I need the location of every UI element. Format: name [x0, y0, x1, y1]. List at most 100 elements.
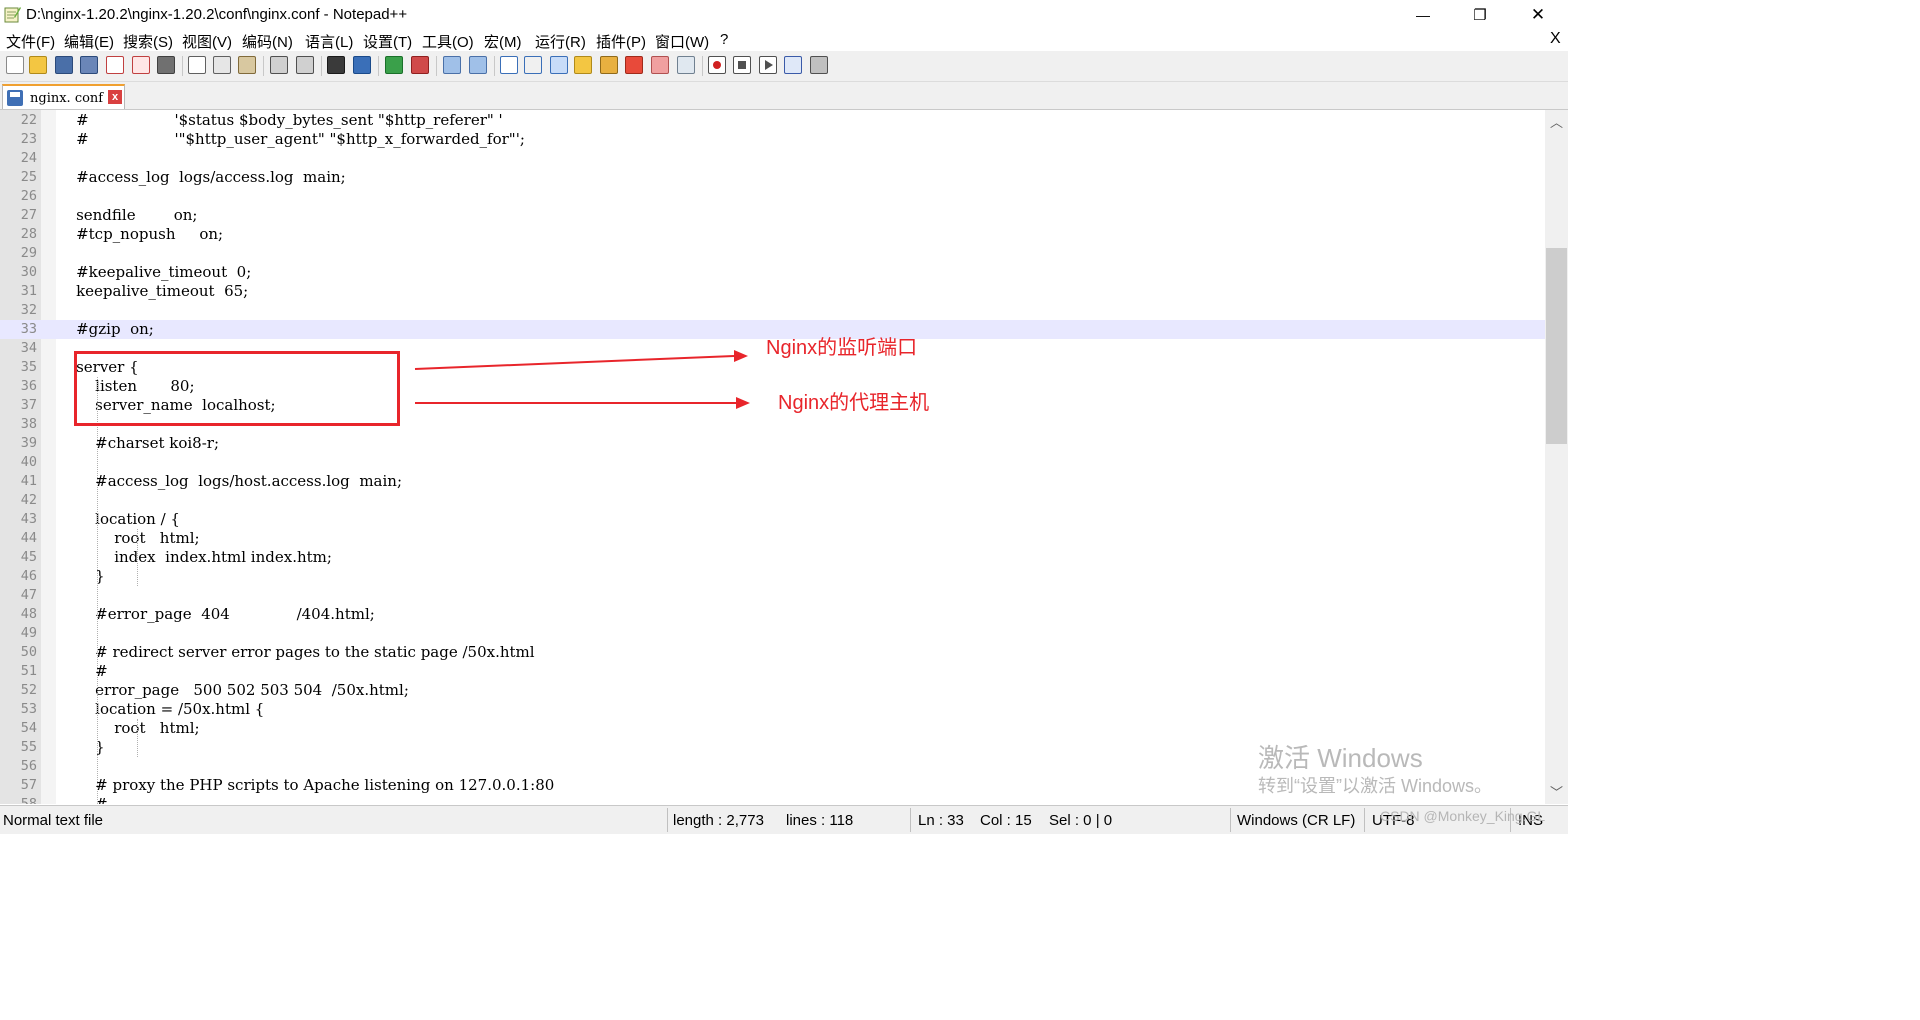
- code-line[interactable]: 32: [0, 301, 1545, 320]
- code-line[interactable]: 49: [0, 624, 1545, 643]
- status-eol: Windows (CR LF): [1237, 812, 1356, 829]
- code-line[interactable]: 30 #keepalive_timeout 0;: [0, 263, 1545, 282]
- close-icon[interactable]: [106, 56, 124, 74]
- server-block-highlight: [74, 351, 400, 426]
- annotation-proxy-host: Nginx的代理主机: [778, 392, 930, 414]
- menu-edit[interactable]: 编辑(E): [64, 31, 114, 52]
- show-all-chars-icon[interactable]: [524, 56, 542, 74]
- folder-workspace-icon[interactable]: [625, 56, 643, 74]
- code-text: #charset koi8-r;: [57, 434, 220, 452]
- editor[interactable]: 22 # '$status $body_bytes_sent "$http_re…: [0, 110, 1545, 804]
- monitoring-icon[interactable]: [651, 56, 669, 74]
- new-file-icon[interactable]: [6, 56, 24, 74]
- code-line[interactable]: 42: [0, 491, 1545, 510]
- play-macro-icon[interactable]: [759, 56, 777, 74]
- code-line[interactable]: 40: [0, 453, 1545, 472]
- function-list-icon[interactable]: [600, 56, 618, 74]
- code-line[interactable]: 25 #access_log logs/access.log main;: [0, 168, 1545, 187]
- code-line[interactable]: 22 # '$status $body_bytes_sent "$http_re…: [0, 111, 1545, 130]
- menu-run[interactable]: 运行(R): [535, 31, 586, 52]
- menu-encoding[interactable]: 编码(N): [242, 31, 293, 52]
- code-line[interactable]: 51 #: [0, 662, 1545, 681]
- line-number: 52: [20, 682, 37, 698]
- scroll-up-icon[interactable]: ︿: [1545, 112, 1568, 132]
- code-text: index index.html index.htm;: [57, 548, 332, 566]
- close-window-button[interactable]: ✕: [1515, 0, 1561, 30]
- toolbar-separator: [378, 56, 379, 76]
- code-line[interactable]: 26: [0, 187, 1545, 206]
- code-line[interactable]: 46 }: [0, 567, 1545, 586]
- save-all-icon[interactable]: [80, 56, 98, 74]
- code-line[interactable]: 43 location / {: [0, 510, 1545, 529]
- vertical-scrollbar[interactable]: ︿ ﹀: [1545, 110, 1568, 804]
- tab-nginx-conf[interactable]: nginx. conf x: [2, 84, 125, 109]
- menu-tools[interactable]: 工具(O): [422, 31, 474, 52]
- open-file-icon[interactable]: [29, 56, 47, 74]
- code-line[interactable]: 50 # redirect server error pages to the …: [0, 643, 1545, 662]
- scrollbar-thumb[interactable]: [1546, 248, 1567, 444]
- code-line[interactable]: 31 keepalive_timeout 65;: [0, 282, 1545, 301]
- print-icon[interactable]: [157, 56, 175, 74]
- csdn-watermark: CSDN @Monkey_King.GL: [1380, 808, 1546, 824]
- menu-language[interactable]: 语言(L): [305, 31, 353, 52]
- code-line[interactable]: 45 index index.html index.htm;: [0, 548, 1545, 567]
- code-line[interactable]: 23 # '"$http_user_agent" "$http_x_forwar…: [0, 130, 1545, 149]
- minimize-button[interactable]: —: [1400, 0, 1446, 30]
- paste-icon[interactable]: [238, 56, 256, 74]
- undo-icon[interactable]: [270, 56, 288, 74]
- saved-file-icon: [7, 90, 23, 106]
- line-number: 51: [20, 663, 37, 679]
- code-line[interactable]: 48 #error_page 404 /404.html;: [0, 605, 1545, 624]
- cut-icon[interactable]: [188, 56, 206, 74]
- eye-icon[interactable]: [677, 56, 695, 74]
- line-number: 27: [20, 207, 37, 223]
- menu-search[interactable]: 搜索(S): [123, 31, 173, 52]
- code-line[interactable]: 52 error_page 500 502 503 504 /50x.html;: [0, 681, 1545, 700]
- sync-vertical-icon[interactable]: [443, 56, 461, 74]
- run-macro-multiple-icon[interactable]: [784, 56, 802, 74]
- menu-view[interactable]: 视图(V): [182, 31, 232, 52]
- copy-icon[interactable]: [213, 56, 231, 74]
- find-icon[interactable]: [327, 56, 345, 74]
- line-number: 56: [20, 758, 37, 774]
- code-line[interactable]: 53 location = /50x.html {: [0, 700, 1545, 719]
- code-line[interactable]: 54 root html;: [0, 719, 1545, 738]
- scroll-down-icon[interactable]: ﹀: [1545, 782, 1568, 802]
- replace-icon[interactable]: [353, 56, 371, 74]
- save-icon[interactable]: [55, 56, 73, 74]
- menu-window[interactable]: 窗口(W): [655, 31, 709, 52]
- line-number: 23: [20, 131, 37, 147]
- line-number: 24: [20, 150, 37, 166]
- code-line[interactable]: 44 root html;: [0, 529, 1545, 548]
- code-line[interactable]: 27 sendfile on;: [0, 206, 1545, 225]
- sync-horizontal-icon[interactable]: [469, 56, 487, 74]
- zoom-in-icon[interactable]: [385, 56, 403, 74]
- line-number: 47: [20, 587, 37, 603]
- menu-file[interactable]: 文件(F): [6, 31, 55, 52]
- word-wrap-icon[interactable]: [500, 56, 518, 74]
- close-document-button[interactable]: X: [1550, 30, 1561, 48]
- close-all-icon[interactable]: [132, 56, 150, 74]
- code-line[interactable]: 24: [0, 149, 1545, 168]
- menu-plugins[interactable]: 插件(P): [596, 31, 646, 52]
- code-line[interactable]: 28 #tcp_nopush on;: [0, 225, 1545, 244]
- save-macro-icon[interactable]: [810, 56, 828, 74]
- menu-macro[interactable]: 宏(M): [484, 31, 522, 52]
- code-line[interactable]: 29: [0, 244, 1545, 263]
- toolbar-separator: [436, 56, 437, 76]
- tab-close-icon[interactable]: x: [108, 90, 122, 104]
- code-line[interactable]: 47: [0, 586, 1545, 605]
- code-line[interactable]: 39 #charset koi8-r;: [0, 434, 1545, 453]
- code-line[interactable]: 41 #access_log logs/host.access.log main…: [0, 472, 1545, 491]
- maximize-button[interactable]: ❐: [1457, 0, 1503, 30]
- redo-icon[interactable]: [296, 56, 314, 74]
- stop-macro-icon[interactable]: [733, 56, 751, 74]
- zoom-out-icon[interactable]: [411, 56, 429, 74]
- indent-guide-icon[interactable]: [550, 56, 568, 74]
- menu-help[interactable]: ?: [720, 31, 728, 48]
- doc-map-icon[interactable]: [574, 56, 592, 74]
- line-number: 36: [20, 378, 37, 394]
- menu-settings[interactable]: 设置(T): [363, 31, 412, 52]
- close-icon: ✕: [1530, 5, 1546, 24]
- record-macro-icon[interactable]: [708, 56, 726, 74]
